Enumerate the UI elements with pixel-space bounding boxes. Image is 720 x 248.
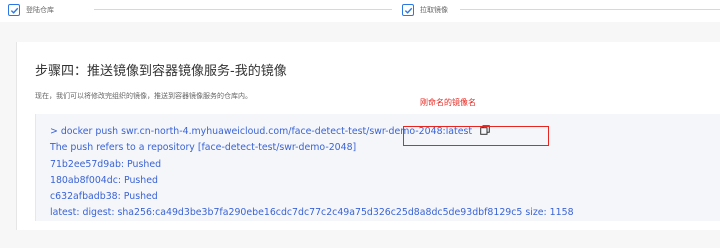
code-line: 180ab8f004dc: Pushed xyxy=(50,175,158,186)
checkbox-checked-icon[interactable] xyxy=(8,4,20,16)
step-login-repo[interactable]: 登陆仓库 xyxy=(8,3,54,17)
step-divider xyxy=(94,9,392,10)
code-line: c632afbadb38: Pushed xyxy=(50,191,158,202)
step-label-pull-image: 拉取镜像 xyxy=(420,6,448,14)
step-label-login-repo: 登陆仓库 xyxy=(26,6,54,14)
panel-description: 现在，我们可以将修改完组织的镜像，推送到容器镜像服务的仓库内。 xyxy=(35,92,252,100)
code-line: latest: digest: sha256:ca49d3be3b7fa290e… xyxy=(50,207,574,218)
code-line: The push refers to a repository [face-de… xyxy=(50,142,357,153)
step-progress-bar: 登陆仓库 拉取镜像 xyxy=(0,0,720,22)
code-block: > docker push swr.cn-north-4.myhuaweiclo… xyxy=(35,114,720,221)
code-line: 71b2ee57d9ab: Pushed xyxy=(50,159,162,170)
checkbox-checked-icon[interactable] xyxy=(402,4,414,16)
panel-title: 步骤四：推送镜像到容器镜像服务-我的镜像 xyxy=(35,64,287,79)
step-divider xyxy=(460,9,720,10)
annotation-label: 刚命名的镜像名 xyxy=(420,98,476,107)
annotation-highlight-box xyxy=(403,126,549,146)
step-pull-image[interactable]: 拉取镜像 xyxy=(402,3,448,17)
step-four-panel: 步骤四：推送镜像到容器镜像服务-我的镜像 现在，我们可以将修改完组织的镜像，推送… xyxy=(16,42,720,230)
